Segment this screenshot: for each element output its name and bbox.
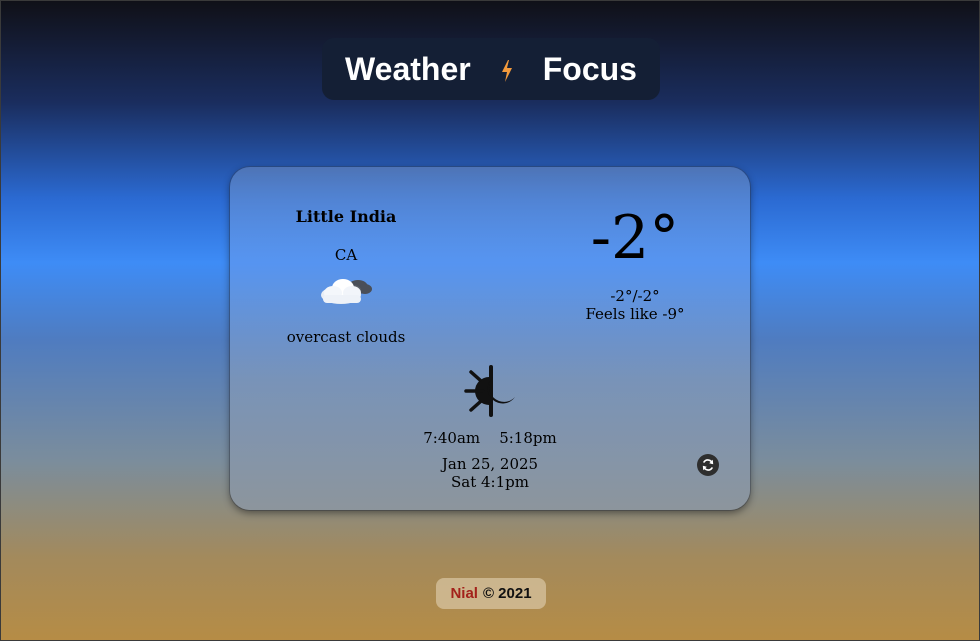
weather-description: overcast clouds <box>286 328 406 346</box>
sunrise-time: 7:40am <box>423 429 481 447</box>
sunset-time: 5:18pm <box>499 429 557 447</box>
city-name: Little India <box>295 207 397 226</box>
current-day-time: Sat 4:1pm <box>451 473 529 491</box>
min-max-temperature: -2°/-2° <box>610 287 660 305</box>
copyright-text: © 2021 <box>482 585 532 602</box>
sun-moon-icon <box>462 363 520 419</box>
sunrise-sunset: 7:40am 5:18pm <box>410 429 570 447</box>
refresh-icon <box>702 459 714 471</box>
brand-title-left: Weather <box>345 51 471 87</box>
lightning-bolt-icon <box>493 59 521 83</box>
refresh-button[interactable] <box>697 454 719 476</box>
cloud-icon <box>319 273 375 307</box>
brand-title-right: Focus <box>542 51 637 87</box>
app-brand: Weather Focus <box>322 38 660 100</box>
author-name: Nial <box>450 585 478 602</box>
current-date: Jan 25, 2025 <box>441 455 539 473</box>
country-code: CA <box>334 246 358 264</box>
current-temperature: -2° <box>590 203 680 273</box>
feels-like: Feels like -9° <box>585 305 685 323</box>
weather-card: Little India CA overcast clouds -2° -2°/… <box>230 167 750 510</box>
footer-credit: Nial © 2021 <box>436 578 546 609</box>
